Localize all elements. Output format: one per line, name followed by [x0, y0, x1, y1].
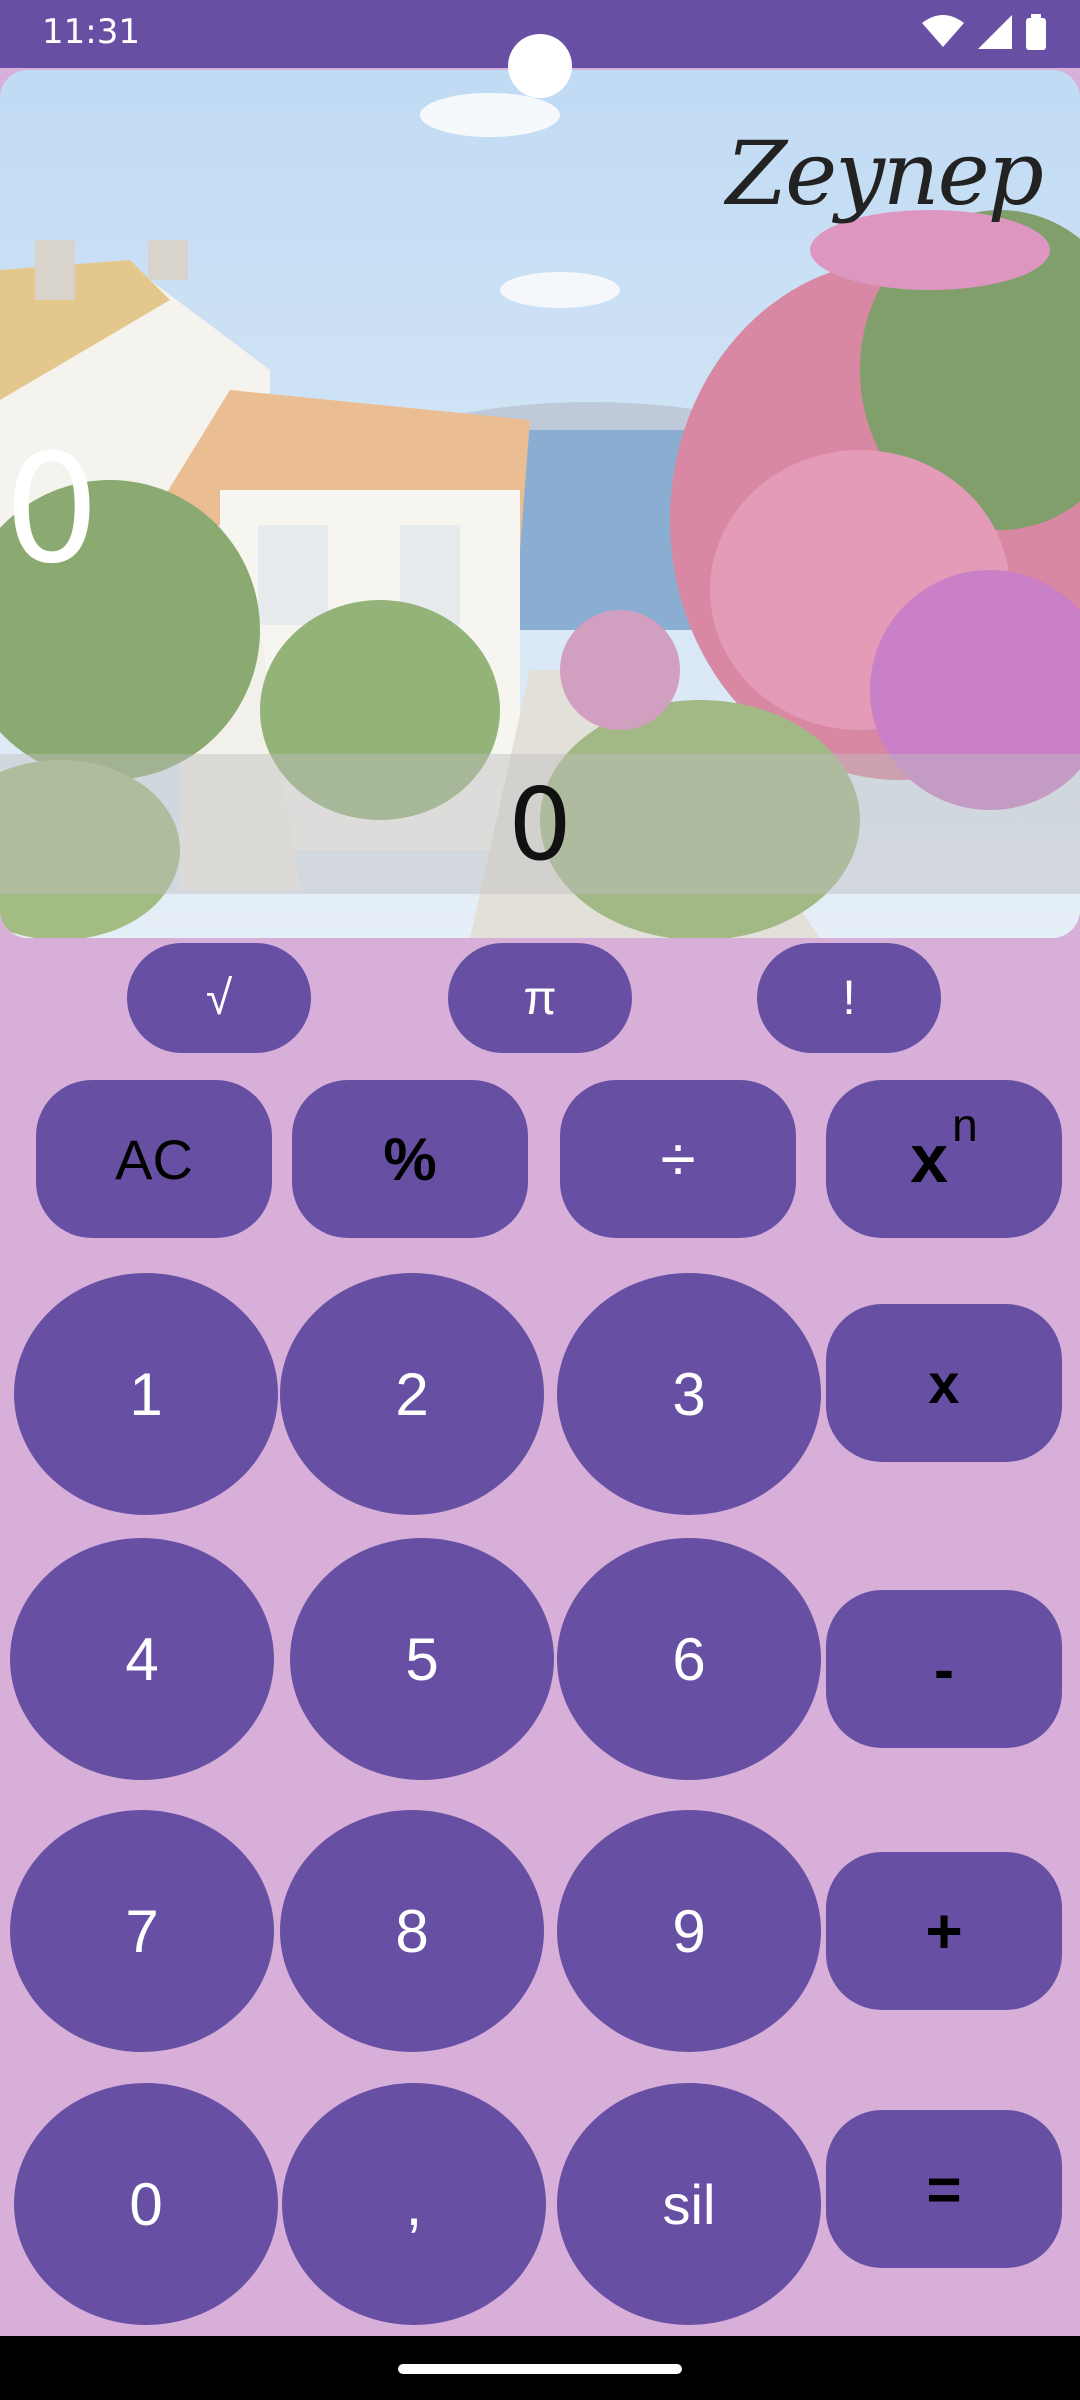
digit-1-button[interactable]: 1: [14, 1273, 278, 1515]
battery-icon: [1026, 14, 1046, 50]
divide-button[interactable]: ÷: [560, 1080, 796, 1238]
result-display: 0: [508, 765, 572, 883]
digit-4-button[interactable]: 4: [10, 1538, 274, 1780]
power-base-label: x: [910, 1121, 949, 1197]
factorial-button[interactable]: !: [757, 943, 941, 1053]
expression-display: 0: [4, 423, 100, 597]
camera-cutout: [508, 34, 572, 98]
wifi-icon: [922, 15, 964, 47]
pi-button[interactable]: π: [448, 943, 632, 1053]
sqrt-button[interactable]: √: [127, 943, 311, 1053]
digit-2-button[interactable]: 2: [280, 1273, 544, 1515]
multiply-button[interactable]: x: [826, 1304, 1062, 1462]
plus-button[interactable]: +: [826, 1852, 1062, 2010]
home-handle[interactable]: [398, 2364, 682, 2374]
minus-button[interactable]: -: [826, 1590, 1062, 1748]
digit-9-button[interactable]: 9: [557, 1810, 821, 2052]
digit-3-button[interactable]: 3: [557, 1273, 821, 1515]
comma-button[interactable]: ,: [282, 2083, 546, 2325]
power-exponent-label: n: [952, 1099, 978, 1151]
result-strip: 0: [0, 754, 1080, 894]
percent-button[interactable]: %: [292, 1080, 528, 1238]
digit-0-button[interactable]: 0: [14, 2083, 278, 2325]
owner-name: Zeynep: [725, 122, 1044, 225]
signal-icon: [978, 15, 1012, 49]
digit-6-button[interactable]: 6: [557, 1538, 821, 1780]
power-button[interactable]: xn: [826, 1080, 1062, 1238]
status-time: 11:31: [42, 12, 140, 52]
clear-button[interactable]: AC: [36, 1080, 272, 1238]
equals-button[interactable]: =: [826, 2110, 1062, 2268]
digit-5-button[interactable]: 5: [290, 1538, 554, 1780]
digit-7-button[interactable]: 7: [10, 1810, 274, 2052]
delete-button[interactable]: sil: [557, 2083, 821, 2325]
digit-8-button[interactable]: 8: [280, 1810, 544, 2052]
status-icons: [922, 12, 1046, 52]
navigation-bar: [0, 2336, 1080, 2400]
